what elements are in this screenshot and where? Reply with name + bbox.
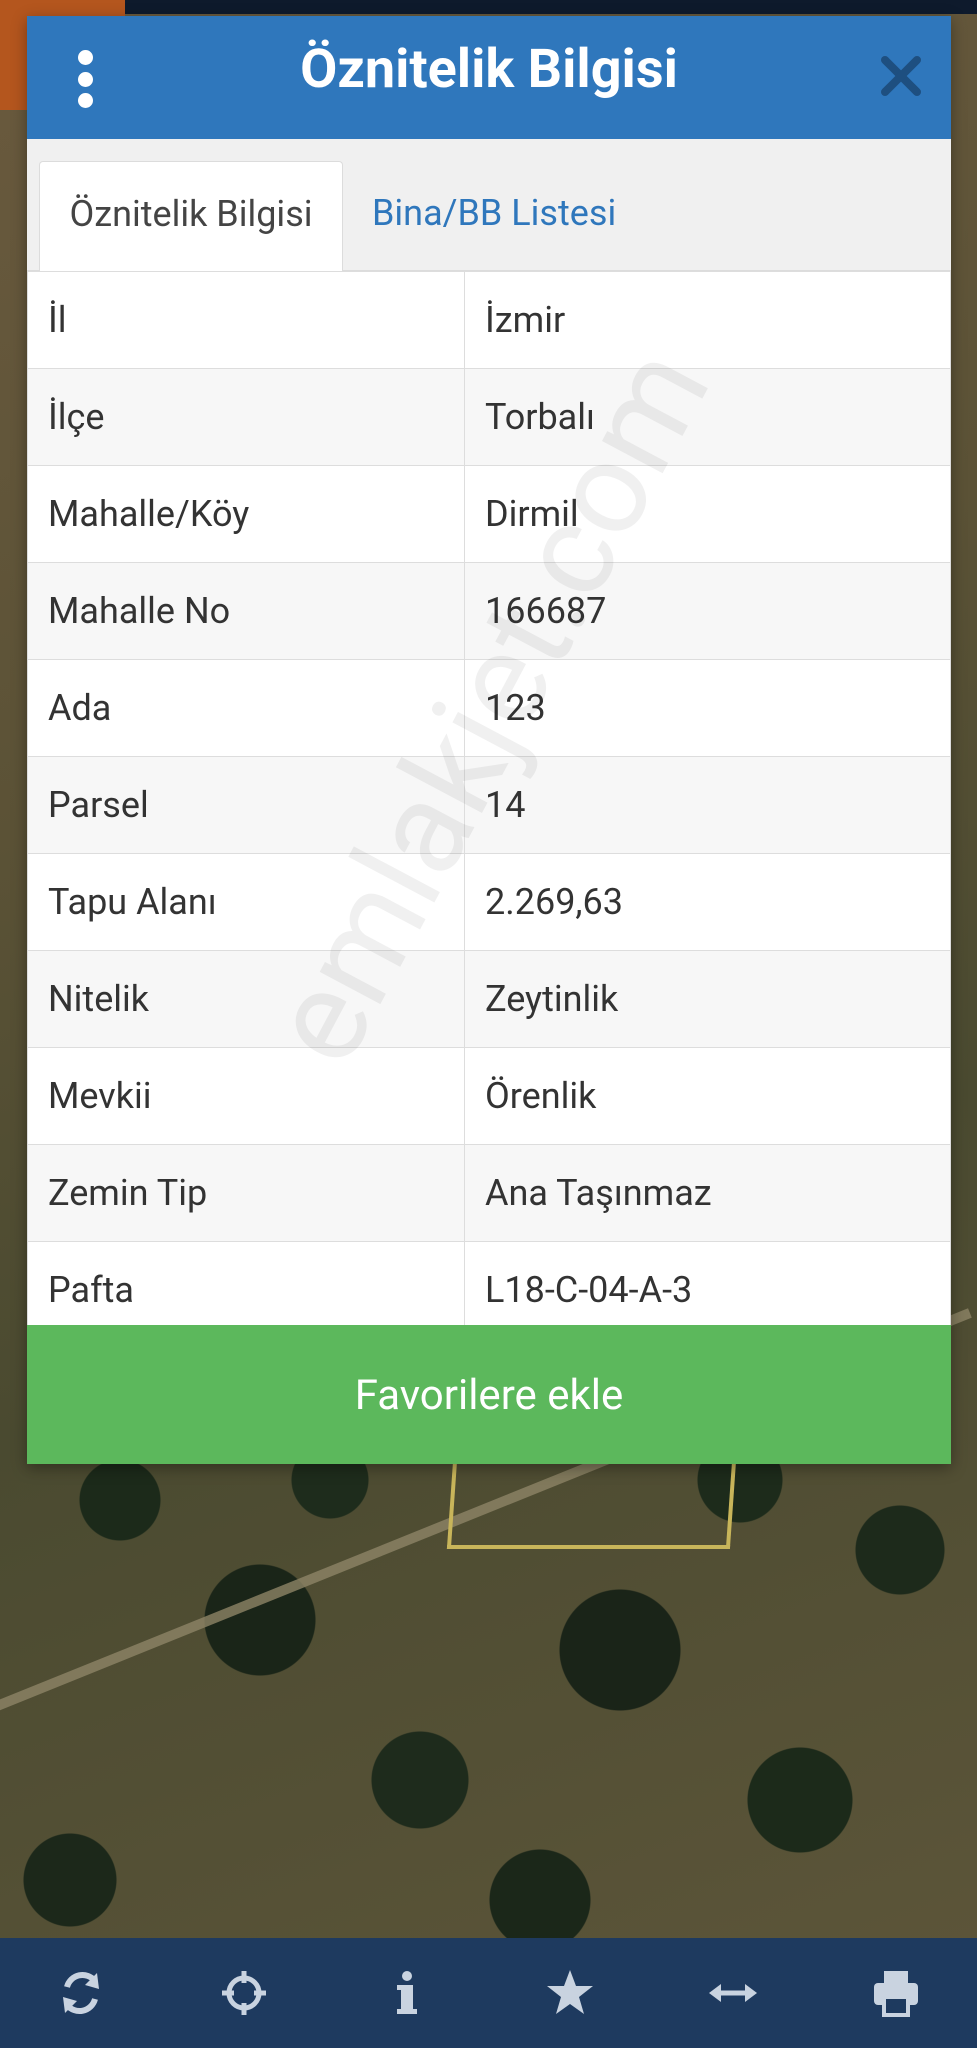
- attribute-key: Nitelik: [27, 950, 465, 1048]
- attribute-key: Parsel: [27, 756, 465, 854]
- dialog-title: Öznitelik Bilgisi: [300, 38, 678, 101]
- add-to-favorites-button[interactable]: Favorilere ekle: [27, 1325, 951, 1464]
- bottom-toolbar: [0, 1938, 977, 2048]
- crosshair-icon[interactable]: [199, 1948, 289, 2038]
- table-row: Zemin Tip Ana Taşınmaz: [27, 1144, 951, 1242]
- attribute-value: 14: [464, 756, 951, 854]
- attribute-key: Zemin Tip: [27, 1144, 465, 1242]
- table-row: Parsel 14: [27, 756, 951, 854]
- attribute-key: İl: [27, 271, 465, 369]
- table-row: Nitelik Zeytinlik: [27, 950, 951, 1048]
- close-icon[interactable]: [879, 54, 923, 98]
- tab-attribute-info[interactable]: Öznitelik Bilgisi: [39, 161, 343, 271]
- attribute-value: Örenlik: [464, 1047, 951, 1145]
- attribute-dialog: Öznitelik Bilgisi Öznitelik Bilgisi Bina…: [27, 16, 951, 1464]
- attribute-value: Ana Taşınmaz: [464, 1144, 951, 1242]
- attribute-key: Pafta: [27, 1241, 465, 1339]
- attribute-value: 123: [464, 659, 951, 757]
- table-row: İlçe Torbalı: [27, 368, 951, 466]
- attribute-key: Tapu Alanı: [27, 853, 465, 951]
- parcel-outline: [446, 1460, 737, 1549]
- attribute-value: Dirmil: [464, 465, 951, 563]
- attribute-key: Mahalle No: [27, 562, 465, 660]
- attribute-table: İl İzmir İlçe Torbalı Mahalle/Köy Dirmil…: [27, 271, 951, 1339]
- info-icon[interactable]: [362, 1948, 452, 2038]
- attribute-key: İlçe: [27, 368, 465, 466]
- table-row: Mahalle No 166687: [27, 562, 951, 660]
- tab-bar: Öznitelik Bilgisi Bina/BB Listesi: [27, 139, 951, 271]
- dialog-header: Öznitelik Bilgisi: [27, 16, 951, 139]
- table-row: İl İzmir: [27, 271, 951, 369]
- attribute-key: Mevkii: [27, 1047, 465, 1145]
- table-row: Mevkii Örenlik: [27, 1047, 951, 1145]
- star-icon[interactable]: [525, 1948, 615, 2038]
- attribute-key: Ada: [27, 659, 465, 757]
- attribute-key: Mahalle/Köy: [27, 465, 465, 563]
- attribute-value: Torbalı: [464, 368, 951, 466]
- table-row: Ada 123: [27, 659, 951, 757]
- table-row: Pafta L18-C-04-A-3: [27, 1241, 951, 1339]
- attribute-value: İzmir: [464, 271, 951, 369]
- attribute-value: 166687: [464, 562, 951, 660]
- top-status-strip: [0, 0, 977, 14]
- table-row: Tapu Alanı 2.269,63: [27, 853, 951, 951]
- print-icon[interactable]: [851, 1948, 941, 2038]
- refresh-icon[interactable]: [36, 1948, 126, 2038]
- arrows-horizontal-icon[interactable]: [688, 1948, 778, 2038]
- table-row: Mahalle/Köy Dirmil: [27, 465, 951, 563]
- attribute-value: Zeytinlik: [464, 950, 951, 1048]
- attribute-value: 2.269,63: [464, 853, 951, 951]
- tab-building-list[interactable]: Bina/BB Listesi: [372, 161, 672, 270]
- attribute-value: L18-C-04-A-3: [464, 1241, 951, 1339]
